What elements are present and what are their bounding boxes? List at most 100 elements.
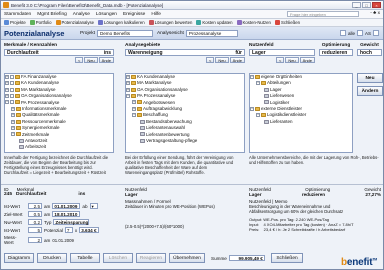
ziel-date-input[interactable]: 18.01.2010 — [52, 211, 81, 217]
ist-wert-input[interactable]: 2.5 — [28, 203, 42, 209]
nutzenfeld-description: Alle Unternehmensbereiche, die mit der L… — [249, 155, 379, 166]
exit-icon — [274, 20, 280, 25]
toolbar-loesungen-kalkulieren[interactable]: Lösungen kalkulieren — [98, 20, 145, 25]
reagieren-button[interactable]: Reagieren — [136, 253, 166, 263]
schliessen-button[interactable]: Schließen — [271, 253, 303, 263]
toolbar-potenzialanalyse[interactable]: Potenzialanalyse — [55, 20, 94, 25]
loeschen-button[interactable]: Löschen — [103, 253, 133, 263]
merkmal-neu-button[interactable]: Neu — [84, 57, 98, 63]
analysegebiet-back-button[interactable]: < — [205, 57, 215, 63]
projekt-select[interactable]: Demo Benefits — [96, 29, 153, 37]
alle-checkbox[interactable] — [339, 30, 346, 36]
analysegebiet-description: Bei der Erfüllung einer Sendung, führt d… — [125, 155, 234, 176]
drucken-button[interactable]: Drucken — [37, 253, 67, 263]
menu-loesungen[interactable]: Lösungen — [96, 12, 117, 17]
mess-wert-input[interactable]: 2 — [28, 237, 42, 243]
app-icon — [3, 2, 9, 8]
merkmal-back-button[interactable]: < — [74, 57, 84, 63]
toolbar-portfolio[interactable]: Portfolio — [29, 20, 52, 25]
content-area: Merkmale / Kennzahlen Durchlaufzeit ins <… — [1, 41, 383, 269]
merkmal-detail-value: Durchlaufzeit — [16, 192, 47, 197]
typ-select[interactable]: Zeiteinsparung — [53, 219, 90, 225]
portfolio-icon — [29, 20, 35, 25]
analysesicht-select[interactable]: Prozessanalyse — [185, 29, 238, 37]
projekt-label: Projekt — [80, 30, 95, 36]
analysegebiet-input[interactable]: Warenneigung für — [125, 49, 245, 56]
toolbar-loesungen-bewerten[interactable]: Lösungen bewerten — [148, 20, 192, 25]
aendern-button[interactable]: Ändern — [357, 86, 383, 96]
gewicht-column: Gewicht hoch — [357, 43, 382, 56]
merkmal-detail-unit: ins — [78, 192, 86, 197]
ist2-input[interactable]: 5 — [28, 227, 42, 233]
tree-node[interactable]: Arbeitszeit — [5, 144, 113, 150]
ist-wert-row: Ist-Wert 2.5 am 01.01.2009 ab ▾ — [4, 203, 98, 209]
title-bar: Benefit 3.0 C:\Program Files\Benefit3\Be… — [1, 1, 383, 10]
merkmal-input[interactable]: Durchlaufzeit ins — [4, 49, 114, 56]
detail-id-block: ID Merkmal 245 Durchlaufzeit ins — [4, 187, 104, 197]
ziel-wert-input[interactable]: 0.5 — [28, 211, 42, 217]
cost-benefit-icon — [236, 20, 242, 25]
potenzial-input[interactable]: 7 — [64, 227, 73, 233]
massnahmen-block: Nutzenfeld Lager Massnahmen / Formel Zei… — [125, 187, 245, 229]
neu-button[interactable]: Neu — [357, 73, 383, 83]
menu-mgmt-briefing[interactable]: Mgmt Briefing — [37, 12, 67, 17]
toolbar-kosten-nutzen[interactable]: Kosten-Nutzen — [236, 20, 271, 25]
id-value: 245 — [4, 192, 13, 197]
nutzenfeld-input[interactable]: Lager — [249, 49, 315, 56]
menu-stammdaten[interactable]: Stammdaten — [4, 12, 31, 17]
divider — [1, 184, 383, 185]
calculator-icon — [98, 20, 104, 25]
nutzenfeld-tree: − eigene OrgEinheiten − Abteilungen Lager … — [249, 73, 353, 153]
page-header: Potenzialanalyse Projekt Demo Benefits A… — [1, 27, 383, 40]
window-title: Benefit 3.0 C:\Program Files\Benefit3\Be… — [11, 2, 164, 8]
toolbar: Projekte Portfolio Potenzialanalyse Lösu… — [1, 19, 383, 27]
tabelle-button[interactable]: Tabelle — [70, 253, 100, 263]
help-search-input[interactable]: Frage hier eingeben — [287, 11, 359, 17]
nw-wert-row: Nw-Wert 0.2 Typ Zeiteinsparung — [4, 219, 90, 225]
menu-hilfe[interactable]: Hilfe — [151, 12, 161, 17]
tree-node[interactable]: Lieferanten — [250, 119, 352, 125]
ziel-wert-row: Ziel-Wert 0.5 am 18.01.2010 — [4, 211, 81, 217]
analysegebiete-tree: + KA Kundenanalyse + MA Marktanalyse + OA O… — [125, 73, 245, 153]
alle-label: alle — [347, 30, 355, 36]
merkmal-aendern-button[interactable]: Ände — [98, 57, 114, 63]
analysegebiet-neu-button[interactable]: Neu — [215, 57, 229, 63]
menu-ereignisse[interactable]: Ereignisse — [123, 12, 145, 17]
ist-date-picker[interactable]: ▾ — [89, 203, 98, 209]
nutzenfeld-aendern-button[interactable]: Ände — [299, 57, 315, 63]
mess-wert-row: Mess-Wert 2 am 01.01.2009 — [4, 235, 74, 245]
nw-wert-input[interactable]: 0.2 — [28, 219, 42, 225]
toolbar-projekte[interactable]: Projekte — [4, 20, 26, 25]
refresh-icon — [196, 20, 202, 25]
diagramm-button[interactable]: Diagramm — [4, 253, 34, 263]
analysesicht-label: Analysesicht — [156, 30, 184, 36]
toolbar-schliessen[interactable]: Schließen — [274, 20, 300, 25]
optimierung-column: Optimierung reduzieren — [319, 43, 353, 56]
summe-row: Summe 99.905,49 € — [211, 255, 265, 261]
merkmale-tree: + FA Finanzanalyse + KA Kundenanalyse + MA … — [4, 73, 114, 153]
summe-value: 99.905,49 € — [228, 255, 265, 261]
toolbar-kosten-updaten[interactable]: Kosten updaten — [196, 20, 233, 25]
euro-value[interactable]: 3.634 € — [79, 227, 100, 233]
analysegebiet-aendern-button[interactable]: Ände — [229, 57, 245, 63]
menu-analyse[interactable]: Analyse — [73, 12, 90, 17]
ist-date-input[interactable]: 01.01.2009 — [52, 203, 81, 209]
as-checkbox[interactable] — [356, 30, 363, 36]
maximize-button[interactable]: □ — [362, 2, 371, 8]
gewicht-select[interactable]: hoch — [357, 49, 382, 56]
close-button[interactable]: × — [372, 2, 381, 8]
analysis-icon — [55, 20, 61, 25]
main-window: Benefit 3.0 C:\Program Files\Benefit3\Be… — [0, 0, 384, 270]
projects-icon — [4, 20, 9, 25]
nutzenfeld-neu-button[interactable]: Neu — [285, 57, 299, 63]
mess-date: 01.01.2009 — [52, 237, 74, 243]
menu-window-controls[interactable]: - ♣ x — [370, 11, 380, 16]
tree-node[interactable]: Vertragsgestaltung-pflege — [126, 138, 244, 144]
optimierung-select[interactable]: reduzieren — [319, 49, 353, 56]
nutzenfeld-column: Nutzenfeld Lager < Neu Ände — [249, 43, 315, 63]
minimize-button[interactable]: _ — [352, 2, 361, 8]
nutzenfeld-back-button[interactable]: < — [275, 57, 285, 63]
menu-bar: Stammdaten Mgmt Briefing Analyse Lösunge… — [1, 10, 383, 19]
header-option-icon[interactable] — [373, 30, 379, 36]
uebernehmen-button[interactable]: Übernehmen — [169, 253, 205, 263]
